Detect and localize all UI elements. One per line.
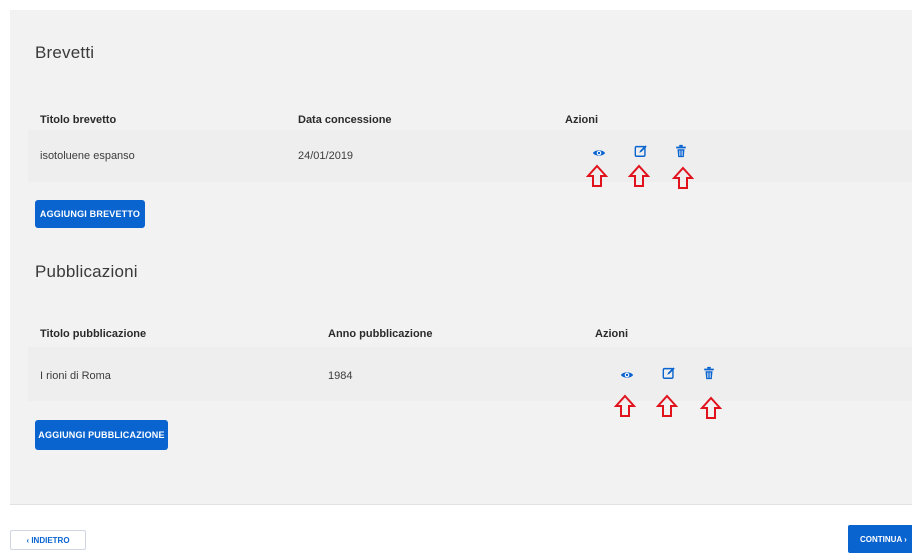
header-azioni: Azioni — [595, 328, 628, 340]
top-strip — [0, 0, 912, 8]
continue-button[interactable]: CONTINUA › — [848, 525, 912, 553]
table-row — [28, 347, 912, 401]
header-titolo-brevetto: Titolo brevetto — [40, 114, 117, 126]
cell-titolo-brevetto: isotoluene espanso — [40, 150, 135, 162]
edit-icon[interactable] — [662, 366, 676, 380]
header-data-concessione: Data concessione — [298, 114, 392, 126]
annotation-arrow-icon — [586, 164, 608, 187]
annotation-arrow-icon — [614, 394, 636, 417]
cell-titolo-pubblicazione: I rioni di Roma — [40, 370, 111, 382]
annotation-arrow-icon — [656, 394, 678, 417]
add-pubblicazione-button[interactable]: AGGIUNGI PUBBLICAZIONE — [35, 420, 168, 450]
header-anno-pubblicazione: Anno pubblicazione — [328, 328, 433, 340]
annotation-arrow-icon — [672, 166, 694, 189]
section-title-pubblicazioni: Pubblicazioni — [35, 262, 138, 281]
trash-icon[interactable] — [674, 144, 688, 158]
cell-data-concessione: 24/01/2019 — [298, 150, 354, 162]
edit-icon[interactable] — [634, 144, 648, 158]
section-title-brevetti: Brevetti — [35, 43, 95, 62]
annotation-arrow-icon — [700, 396, 722, 419]
back-button[interactable]: ‹ INDIETRO — [10, 530, 86, 550]
cell-anno-pubblicazione: 1984 — [328, 370, 353, 382]
main-card: Brevetti Titolo brevetto Data concession… — [10, 10, 912, 505]
table-row — [28, 130, 912, 182]
trash-icon[interactable] — [702, 366, 716, 380]
eye-icon[interactable] — [592, 146, 606, 160]
eye-icon[interactable] — [620, 368, 634, 382]
header-azioni: Azioni — [565, 114, 598, 126]
add-brevetto-button[interactable]: AGGIUNGI BREVETTO — [35, 200, 145, 228]
annotation-arrow-icon — [628, 164, 650, 187]
header-titolo-pubblicazione: Titolo pubblicazione — [40, 328, 147, 340]
